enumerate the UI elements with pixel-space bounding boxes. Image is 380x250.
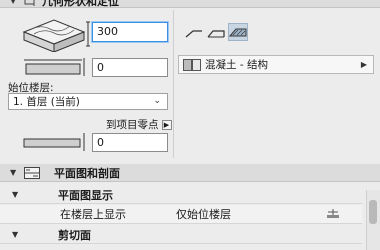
panel-divider [173,10,174,158]
plan-section-panel-title: 平面图和剖面 [54,166,120,180]
collapse-triangle-icon[interactable]: ▼ [12,190,22,199]
edge-style-toggle-1[interactable] [184,24,204,42]
slab-offset-input[interactable]: 0 [92,58,168,77]
slab-plan-icon [20,56,88,81]
submenu-arrow-icon: ▶ [360,60,367,69]
collapse-triangle-icon[interactable]: ▼ [10,168,20,177]
show-on-stories-label: 在楼层上显示 [60,208,126,221]
slab-thickness-input[interactable]: 300 [92,22,168,42]
submenu-arrow-icon[interactable]: ▶ [161,119,172,130]
cut-surfaces-group[interactable]: ▼ 剪切面 [0,226,362,244]
material-swatch-icon [183,58,201,71]
edge-style-toggle-2[interactable] [206,24,226,42]
cut-surfaces-title: 剪切面 [58,228,91,242]
show-on-stories-row[interactable]: 在楼层上显示 仅始位楼层 [0,205,362,224]
floor-plan-display-group[interactable]: ▼ 平面图显示 [0,186,362,204]
floor-plan-display-title: 平面图显示 [58,188,113,202]
material-label: 混凝土 - 结构 [205,59,268,71]
edge-style-icon [207,30,225,38]
project-zero-input[interactable]: 0 [92,133,168,152]
edge-style-icon [185,30,202,38]
material-selector[interactable]: 混凝土 - 结构 ▶ [178,55,374,74]
home-story-select[interactable]: 1. 首层 (当前) ⌄ [8,93,168,110]
project-zero-label: 到项目零点 [106,119,159,131]
show-on-stories-value[interactable]: 仅始位楼层 [176,206,326,222]
edge-style-toggle-3[interactable] [228,23,248,41]
collapse-triangle-icon[interactable]: ▼ [12,230,22,239]
plan-section-icon [24,166,40,179]
project-zero-row: 到项目零点 ▶ [106,117,172,132]
geometry-icon [24,0,36,6]
slab-3d-icon [20,14,92,55]
edge-style-icon [229,28,247,37]
collapse-triangle-icon[interactable]: ▼ [10,0,20,5]
story-display-icon [326,208,340,220]
geometry-panel-title: 几何形状和定位 [42,0,119,8]
geometry-panel-header[interactable]: ▼ 几何形状和定位 [0,0,380,8]
plan-section-panel-header[interactable]: ▼ 平面图和剖面 [0,164,380,182]
scrollbar-thumb[interactable] [369,200,377,224]
chevron-down-icon: ⌄ [153,96,161,106]
project-zero-icon [20,133,88,154]
home-story-value: 1. 首层 (当前) [13,96,80,108]
